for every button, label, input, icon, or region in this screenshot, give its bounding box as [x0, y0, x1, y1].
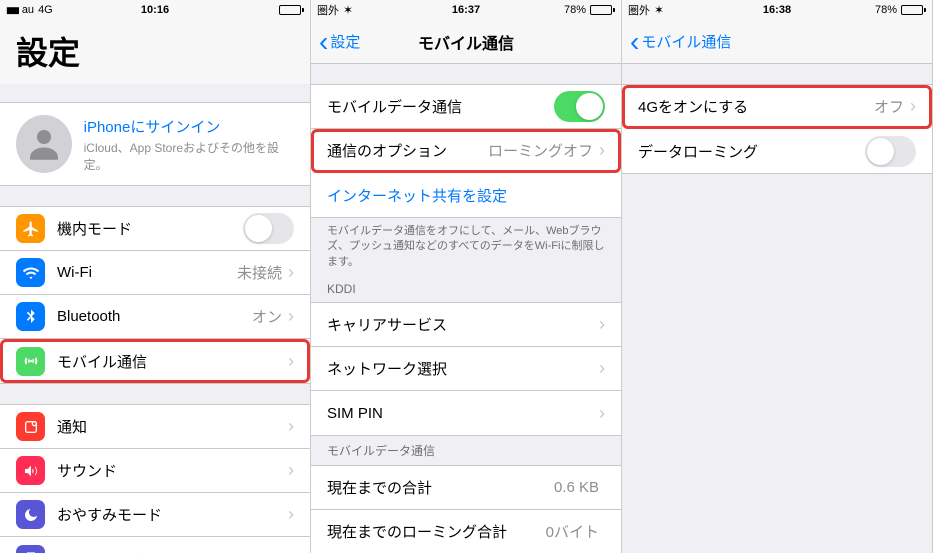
chevron-right-icon: › — [599, 314, 605, 335]
carrier-label: 圏外 — [628, 2, 650, 18]
back-button[interactable]: 設定 — [319, 28, 360, 56]
status-time: 16:37 — [452, 4, 480, 16]
cellular-screen: 圏外 16:37 78% 設定 モバイル通信 モバイルデータ通信 通信のオプショ… — [311, 0, 622, 553]
roaming-usage-row: 現在までのローミング合計 0バイト — [311, 510, 621, 553]
chevron-right-icon: › — [910, 96, 916, 117]
carrier-label: au — [22, 4, 34, 16]
data-roaming-row[interactable]: データローミング — [622, 129, 932, 173]
chevron-right-icon: › — [599, 140, 605, 161]
wifi-row[interactable]: Wi-Fi 未接続 › — [0, 251, 310, 295]
status-bar: 圏外 16:38 78% — [622, 0, 932, 20]
network-label: 4G — [38, 4, 53, 16]
battery-percent: 78% — [564, 4, 586, 16]
status-time: 10:16 — [141, 4, 169, 16]
wifi-icon — [16, 258, 45, 287]
nav-bar: モバイル通信 — [622, 20, 932, 64]
cellular-icon — [16, 347, 45, 376]
back-button[interactable]: モバイル通信 — [630, 28, 731, 56]
airplane-toggle[interactable] — [243, 213, 294, 244]
simpin-row[interactable]: SIM PIN › — [311, 391, 621, 435]
battery-icon — [590, 5, 615, 15]
sound-row[interactable]: サウンド › — [0, 449, 310, 493]
wifi-status-icon — [343, 3, 353, 17]
status-time: 16:38 — [763, 4, 791, 16]
data-options-screen: 圏外 16:38 78% モバイル通信 4Gをオンにする オフ › データローミ… — [622, 0, 933, 553]
chevron-right-icon: › — [599, 358, 605, 379]
battery-icon — [279, 5, 304, 15]
kddi-header: KDDI — [311, 276, 621, 302]
status-bar: au 4G 10:16 — [0, 0, 310, 20]
signin-label: iPhoneにサインイン — [84, 116, 294, 137]
airplane-row[interactable]: 機内モード — [0, 207, 310, 251]
nav-bar: 設定 モバイル通信 — [311, 20, 621, 64]
chevron-right-icon: › — [599, 403, 605, 424]
total-usage-row: 現在までの合計 0.6 KB — [311, 466, 621, 510]
chevron-right-icon: › — [288, 306, 294, 327]
wifi-status-icon — [654, 3, 664, 17]
notifications-icon — [16, 412, 45, 441]
carrier-services-row[interactable]: キャリアサービス › — [311, 303, 621, 347]
battery-icon — [901, 5, 926, 15]
mobile-data-toggle[interactable] — [554, 91, 605, 122]
mdata-header: モバイルデータ通信 — [311, 436, 621, 465]
signin-sub: iCloud、App Storeおよびその他を設定。 — [84, 139, 294, 173]
screentime-row[interactable]: スクリーンタイム › — [0, 537, 310, 553]
signal-icon — [6, 4, 18, 16]
sound-icon — [16, 456, 45, 485]
hourglass-icon — [16, 545, 45, 553]
mobile-data-row[interactable]: モバイルデータ通信 — [311, 85, 621, 129]
moon-icon — [16, 500, 45, 529]
chevron-right-icon: › — [288, 549, 294, 553]
hotspot-row[interactable]: インターネット共有を設定 — [311, 173, 621, 217]
signin-row[interactable]: iPhoneにサインイン iCloud、App Storeおよびその他を設定。 — [0, 102, 310, 186]
bluetooth-row[interactable]: Bluetooth オン › — [0, 295, 310, 339]
data-options-row[interactable]: 通信のオプション ローミングオフ › — [311, 129, 621, 173]
settings-screen: au 4G 10:16 設定 iPhoneにサインイン iCloud、App S… — [0, 0, 311, 553]
chevron-right-icon: › — [288, 504, 294, 525]
airplane-icon — [16, 214, 45, 243]
chevron-right-icon: › — [288, 416, 294, 437]
roaming-toggle[interactable] — [865, 136, 916, 167]
bluetooth-icon — [16, 302, 45, 331]
chevron-right-icon: › — [288, 460, 294, 481]
avatar-icon — [16, 115, 72, 173]
chevron-right-icon: › — [288, 351, 294, 372]
enable-4g-row[interactable]: 4Gをオンにする オフ › — [622, 85, 932, 129]
status-bar: 圏外 16:37 78% — [311, 0, 621, 20]
notifications-row[interactable]: 通知 › — [0, 405, 310, 449]
data-footer: モバイルデータ通信をオフにして、メール、Webブラウズ、プッシュ通知などのすべて… — [311, 218, 621, 276]
nav-title: モバイル通信 — [418, 30, 514, 54]
dnd-row[interactable]: おやすみモード › — [0, 493, 310, 537]
network-select-row[interactable]: ネットワーク選択 › — [311, 347, 621, 391]
chevron-right-icon: › — [288, 262, 294, 283]
battery-percent: 78% — [875, 4, 897, 16]
page-title: 設定 — [0, 20, 310, 84]
carrier-label: 圏外 — [317, 2, 339, 18]
cellular-row[interactable]: モバイル通信 › — [0, 339, 310, 383]
